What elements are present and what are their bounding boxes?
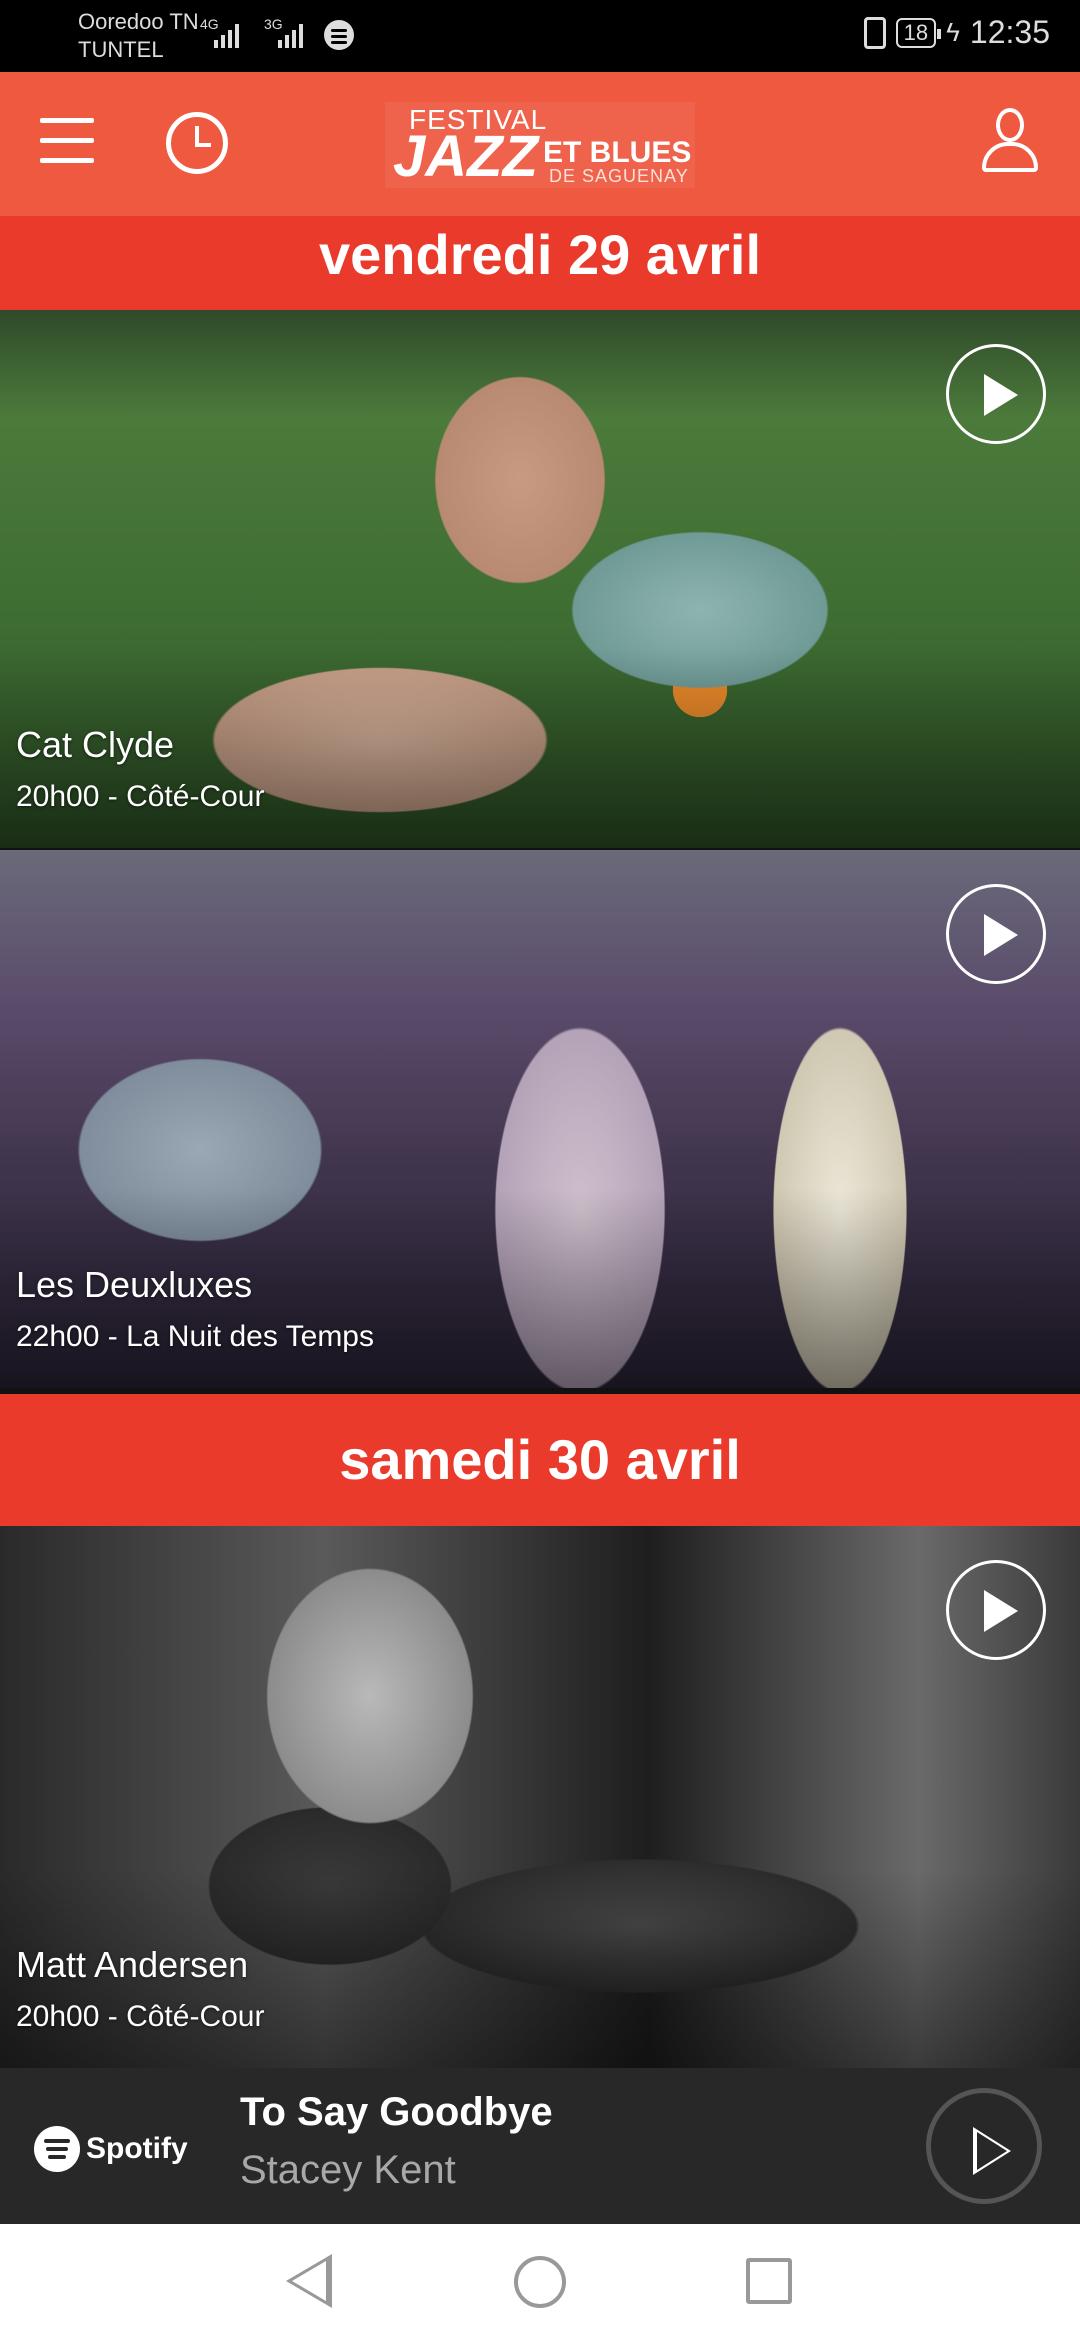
status-bar: Ooredoo TN TUNTEL 4G 3G 18 ϟ 12:35 — [0, 0, 1080, 72]
app-header: FESTIVAL JAZZ ET BLUES DE SAGUENAY — [0, 72, 1080, 216]
carrier-1: Ooredoo TN — [78, 9, 199, 34]
festival-logo[interactable]: FESTIVAL JAZZ ET BLUES DE SAGUENAY — [385, 102, 695, 188]
track-title: To Say Goodbye — [240, 2090, 553, 2134]
carrier-names: Ooredoo TN TUNTEL — [78, 8, 199, 64]
clock-time: 12:35 — [969, 14, 1050, 50]
spotify-icon — [34, 2126, 80, 2172]
event-details: 22h00 - La Nuit des Temps — [16, 1320, 374, 1353]
spotify-logo: Spotify — [34, 2126, 188, 2172]
event-card[interactable]: Cat Clyde 20h00 - Côté-Cour — [0, 310, 1080, 848]
hamburger-icon[interactable] — [40, 118, 94, 168]
logo-etblues-text: ET BLUES — [543, 136, 692, 169]
spotify-brand: Spotify — [86, 2132, 188, 2165]
system-nav-bar — [0, 2224, 1080, 2340]
track-artist: Stacey Kent — [240, 2148, 456, 2192]
back-triangle-icon[interactable] — [286, 2254, 332, 2308]
event-artist: Cat Clyde — [16, 724, 175, 765]
recents-square-icon[interactable] — [746, 2258, 792, 2304]
event-card[interactable]: Matt Andersen 20h00 - Côté-Cour — [0, 1526, 1080, 2068]
day-header: samedi 30 avril — [0, 1394, 1080, 1526]
carrier-2: TUNTEL — [78, 37, 164, 62]
play-icon[interactable] — [946, 344, 1046, 444]
event-artist: Matt Andersen — [16, 1944, 249, 1985]
event-card[interactable]: Les Deuxluxes 22h00 - La Nuit des Temps — [0, 850, 1080, 1388]
clock-icon[interactable] — [166, 112, 228, 174]
spotify-notification-icon — [324, 20, 354, 50]
event-details: 20h00 - Côté-Cour — [16, 780, 265, 813]
vibrate-icon — [863, 16, 886, 49]
play-icon[interactable] — [946, 1560, 1046, 1660]
logo-jazz-text: JAZZ — [393, 124, 538, 189]
signal-icon-1 — [214, 20, 239, 48]
event-feed[interactable]: vendredi 29 avril Cat Clyde 20h00 - Côté… — [0, 216, 1080, 2068]
event-details: 20h00 - Côté-Cour — [16, 2000, 265, 2033]
play-icon — [973, 2127, 1011, 2175]
player-play-button[interactable] — [926, 2088, 1042, 2204]
spotify-player[interactable]: Spotify To Say Goodbye Stacey Kent — [0, 2068, 1080, 2224]
event-artist: Les Deuxluxes — [16, 1264, 253, 1305]
signal-icon-2 — [278, 20, 303, 48]
logo-saguenay-text: DE SAGUENAY — [549, 166, 689, 186]
battery-icon: 18 — [895, 17, 942, 48]
home-circle-icon[interactable] — [514, 2256, 566, 2308]
status-right: 18 ϟ 12:35 — [863, 14, 1050, 51]
day-header: vendredi 29 avril — [0, 216, 1080, 310]
user-icon[interactable] — [980, 108, 1040, 174]
charging-icon: ϟ — [946, 17, 960, 47]
play-icon[interactable] — [946, 884, 1046, 984]
